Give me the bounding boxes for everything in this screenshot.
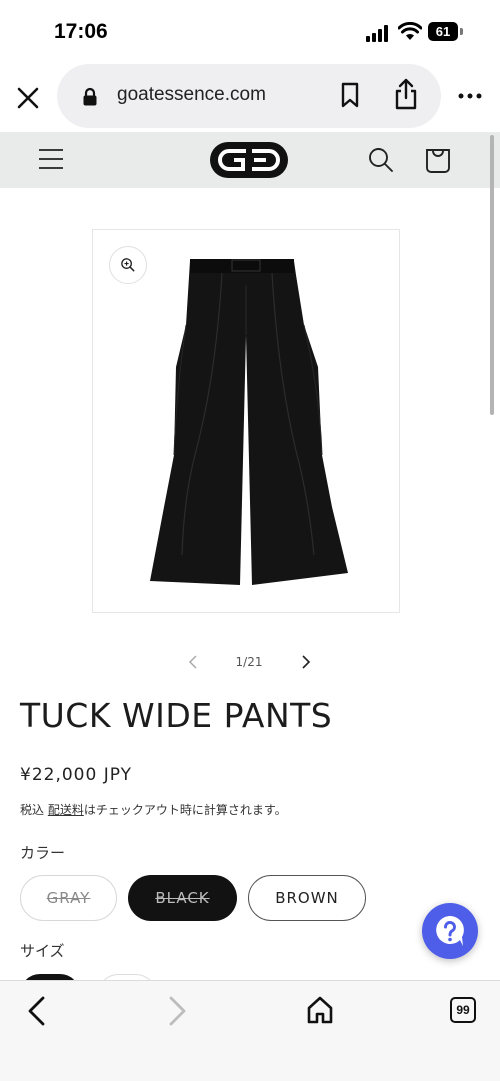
chat-help-button[interactable] <box>422 903 478 959</box>
signal-icon <box>366 24 392 42</box>
home-icon[interactable] <box>306 995 334 1025</box>
product-title: TUCK WIDE PANTS <box>20 696 333 735</box>
url-text[interactable]: goatessence.com <box>117 84 266 106</box>
battery-tip <box>460 28 463 35</box>
battery-icon: 61 <box>428 22 458 41</box>
back-icon[interactable] <box>26 995 48 1027</box>
more-icon[interactable] <box>458 92 482 100</box>
next-image-button[interactable] <box>298 653 314 671</box>
share-icon[interactable] <box>393 78 419 110</box>
zoom-button[interactable] <box>109 246 147 284</box>
help-chat-icon <box>436 916 464 946</box>
cart-icon[interactable] <box>424 146 452 174</box>
lock-icon <box>83 87 97 106</box>
bookmark-icon[interactable] <box>340 82 360 108</box>
product-price: ¥22,000 JPY <box>20 765 132 785</box>
wifi-icon <box>398 22 422 40</box>
browser-toolbar: 99 <box>0 980 500 1081</box>
color-option-brown[interactable]: BROWN <box>248 875 366 921</box>
menu-icon[interactable] <box>39 148 63 170</box>
image-counter: 1/21 <box>235 655 263 669</box>
tax-prefix: 税込 <box>20 803 48 817</box>
shipping-link[interactable]: 配送料 <box>48 803 84 817</box>
close-icon[interactable] <box>14 84 42 112</box>
tabs-icon[interactable]: 99 <box>450 997 476 1023</box>
color-option-gray[interactable]: GRAY <box>20 875 117 921</box>
battery-level: 61 <box>435 24 451 39</box>
scrollbar[interactable] <box>490 135 494 415</box>
color-label: カラー <box>20 844 66 862</box>
search-icon[interactable] <box>368 147 394 173</box>
tax-note: 税込 配送料はチェックアウト時に計算されます。 <box>20 801 287 818</box>
browser-bar: goatessence.com <box>0 62 500 132</box>
site-header <box>0 132 500 188</box>
logo[interactable] <box>210 142 288 178</box>
tax-suffix: はチェックアウト時に計算されます。 <box>83 803 287 817</box>
forward-icon[interactable] <box>166 995 188 1027</box>
previous-image-button[interactable] <box>185 653 201 671</box>
color-option-black[interactable]: BLACK <box>128 875 237 921</box>
zoom-in-icon <box>121 258 135 272</box>
size-label: サイズ <box>20 942 65 960</box>
status-bar: 17:06 61 <box>0 0 500 62</box>
product-image <box>150 259 348 585</box>
status-time: 17:06 <box>54 20 108 43</box>
